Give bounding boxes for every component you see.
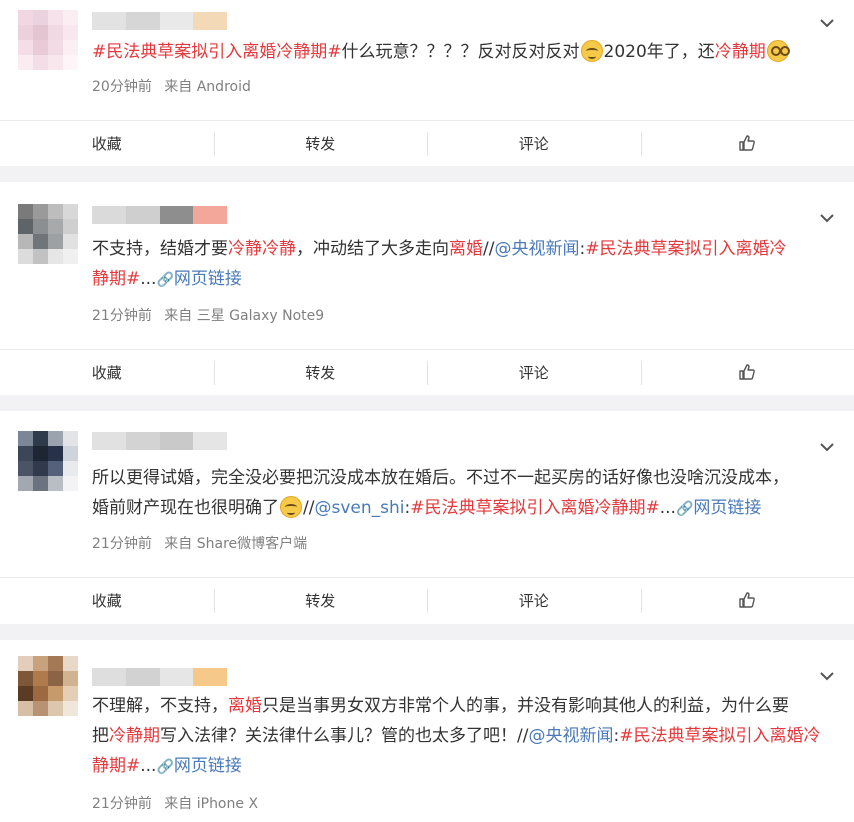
- post-card: 不支持，结婚才要冷静冷静，冲动结了大多走向离婚//@央视新闻:#民法典草案拟引入…: [0, 182, 854, 395]
- collect-button[interactable]: 收藏: [0, 130, 214, 158]
- content-text: 婚前财产现在也很明确了: [92, 498, 279, 518]
- content-text: 不理解，不支持，: [92, 696, 228, 716]
- post-content: 不理解，不支持，离婚只是当事男女双方非常个人的事，并没有影响其他人的利益，为什么…: [92, 691, 832, 781]
- action-bar: 收藏 转发 评论: [0, 577, 854, 623]
- content-text: 2020年了，还: [603, 42, 715, 62]
- smirk-emoji-icon: [280, 496, 302, 518]
- post-source: 来自 Android: [164, 79, 251, 95]
- smirk-emoji-icon: [580, 40, 603, 62]
- thumbs-up-icon: [739, 591, 756, 608]
- dizzy-emoji-icon: [766, 40, 790, 62]
- post-source: 来自 Share微博客户端: [164, 536, 308, 552]
- mention-link[interactable]: @央视新闻: [494, 239, 579, 259]
- content-line: 所以更得试婚，完全没必要把沉没成本放在婚后。不过不一起买房的话好像也没啥沉没成本…: [92, 463, 832, 493]
- user-name-blurred[interactable]: [92, 432, 227, 450]
- content-line: 静期#...🔗网页链接: [92, 264, 832, 294]
- repost-button[interactable]: 转发: [213, 359, 428, 387]
- content-line: 婚前财产现在也很明确了//@sven_shi:#民法典草案拟引入离婚冷静期#..…: [92, 493, 832, 523]
- content-text: 只是当事男女双方非常个人的事，并没有影响其他人的利益，为什么要: [262, 696, 789, 716]
- content-text: ...: [140, 269, 157, 289]
- weibo-feed: #民法典草案拟引入离婚冷静期#什么玩意？？？？反对反对反对 2020年了，还冷静期…: [0, 0, 854, 822]
- user-name-blurred[interactable]: [92, 12, 227, 30]
- keyword: 冷静期: [714, 42, 766, 62]
- content-text: 不支持，结婚才要: [92, 239, 228, 259]
- content-text: 把: [92, 726, 109, 746]
- chevron-down-icon[interactable]: [818, 14, 836, 32]
- thumbs-up-icon: [739, 363, 756, 380]
- keyword: 冷静期: [109, 726, 160, 746]
- post-meta: 20分钟前 来自 Android: [92, 76, 251, 96]
- collect-button[interactable]: 收藏: [0, 587, 214, 615]
- web-link[interactable]: 网页链接: [693, 498, 761, 518]
- comment-button[interactable]: 评论: [427, 587, 641, 615]
- hashtag[interactable]: #民法典草案拟引入离婚冷: [619, 726, 820, 746]
- post-content: #民法典草案拟引入离婚冷静期#什么玩意？？？？反对反对反对 2020年了，还冷静期: [92, 37, 832, 67]
- link-icon[interactable]: 🔗: [156, 759, 173, 775]
- keyword: 离婚: [228, 696, 262, 716]
- user-name-blurred[interactable]: [92, 206, 227, 224]
- user-name-blurred[interactable]: [92, 668, 227, 686]
- post-time[interactable]: 21分钟前: [92, 536, 152, 552]
- keyword: 离婚: [449, 239, 483, 259]
- content-text: ...: [140, 756, 157, 776]
- hashtag[interactable]: #民法典草案拟引入离婚冷静期#: [410, 498, 660, 518]
- hashtag[interactable]: 静期#: [92, 269, 140, 289]
- post-meta: 21分钟前 来自 三星 Galaxy Note9: [92, 305, 324, 325]
- hashtag[interactable]: 静期#: [92, 756, 140, 776]
- content-text: ...: [659, 498, 676, 518]
- content-text: 什么玩意？？？？反对反对反对: [341, 42, 580, 62]
- web-link[interactable]: 网页链接: [174, 756, 242, 776]
- post-source: 来自 三星 Galaxy Note9: [164, 308, 325, 324]
- hashtag[interactable]: #民法典草案拟引入离婚冷静期#: [92, 42, 342, 62]
- comment-button[interactable]: 评论: [427, 359, 641, 387]
- repost-button[interactable]: 转发: [213, 130, 428, 158]
- post-content: 不支持，结婚才要冷静冷静，冲动结了大多走向离婚//@央视新闻:#民法典草案拟引入…: [92, 234, 832, 294]
- post-time[interactable]: 21分钟前: [92, 796, 152, 812]
- chevron-down-icon[interactable]: [818, 209, 836, 227]
- comment-button[interactable]: 评论: [427, 130, 641, 158]
- like-button[interactable]: [640, 587, 854, 615]
- repost-button[interactable]: 转发: [213, 587, 428, 615]
- avatar[interactable]: [18, 10, 78, 70]
- hashtag[interactable]: #民法典草案拟引入离婚冷: [585, 239, 786, 259]
- content-line: 不支持，结婚才要冷静冷静，冲动结了大多走向离婚//@央视新闻:#民法典草案拟引入…: [92, 234, 832, 264]
- avatar[interactable]: [18, 656, 78, 716]
- post-meta: 21分钟前 来自 Share微博客户端: [92, 533, 307, 553]
- link-icon[interactable]: 🔗: [156, 272, 173, 288]
- chevron-down-icon[interactable]: [818, 438, 836, 456]
- thumbs-up-icon: [739, 134, 756, 151]
- post-time[interactable]: 21分钟前: [92, 308, 152, 324]
- chevron-down-icon[interactable]: [818, 667, 836, 685]
- avatar[interactable]: [18, 204, 78, 264]
- content-line: #民法典草案拟引入离婚冷静期#什么玩意？？？？反对反对反对 2020年了，还冷静期: [92, 37, 832, 67]
- keyword: 冷静冷静: [228, 239, 296, 259]
- content-line: 静期#...🔗网页链接: [92, 751, 832, 781]
- post-card: #民法典草案拟引入离婚冷静期#什么玩意？？？？反对反对反对 2020年了，还冷静期…: [0, 0, 854, 166]
- post-time[interactable]: 20分钟前: [92, 79, 152, 95]
- mention-link[interactable]: @央视新闻: [528, 726, 613, 746]
- content-text: 写入法律？关法律什么事儿？管的也太多了吧！//: [160, 726, 529, 746]
- content-text: 所以更得试婚，完全没必要把沉没成本放在婚后。不过不一起买房的话好像也没啥沉没成本…: [92, 468, 789, 488]
- content-line: 不理解，不支持，离婚只是当事男女双方非常个人的事，并没有影响其他人的利益，为什么…: [92, 691, 832, 721]
- like-button[interactable]: [640, 130, 854, 158]
- post-card: 所以更得试婚，完全没必要把沉没成本放在婚后。不过不一起买房的话好像也没啥沉没成本…: [0, 411, 854, 624]
- content-text: //: [483, 239, 495, 259]
- collect-button[interactable]: 收藏: [0, 359, 214, 387]
- content-line: 把冷静期写入法律？关法律什么事儿？管的也太多了吧！//@央视新闻:#民法典草案拟…: [92, 721, 832, 751]
- link-icon[interactable]: 🔗: [676, 501, 693, 517]
- content-text: ，冲动结了大多走向: [296, 239, 449, 259]
- action-bar: 收藏 转发 评论: [0, 120, 854, 166]
- like-button[interactable]: [640, 359, 854, 387]
- post-meta: 21分钟前 来自 iPhone X: [92, 793, 258, 813]
- content-text: //: [303, 498, 315, 518]
- post-source: 来自 iPhone X: [164, 796, 259, 812]
- mention-link[interactable]: @sven_shi: [314, 498, 404, 518]
- post-content: 所以更得试婚，完全没必要把沉没成本放在婚后。不过不一起买房的话好像也没啥沉没成本…: [92, 463, 832, 523]
- post-card: 不理解，不支持，离婚只是当事男女双方非常个人的事，并没有影响其他人的利益，为什么…: [0, 640, 854, 822]
- avatar[interactable]: [18, 431, 78, 491]
- action-bar: 收藏 转发 评论: [0, 349, 854, 395]
- web-link[interactable]: 网页链接: [174, 269, 242, 289]
